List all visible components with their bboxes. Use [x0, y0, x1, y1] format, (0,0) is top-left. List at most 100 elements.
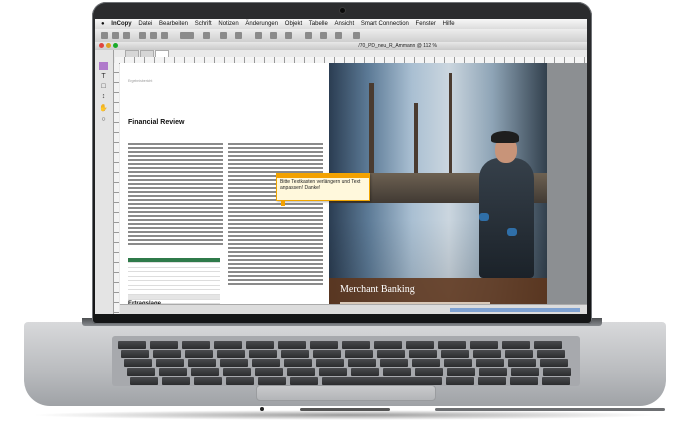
page-heading: Financial Review [128, 119, 185, 126]
open-icon[interactable] [112, 32, 119, 39]
keyboard-key [223, 368, 251, 376]
accept-change-icon[interactable] [270, 32, 277, 39]
layout-view-icon[interactable] [235, 32, 242, 39]
delete-note-icon[interactable] [353, 32, 360, 39]
document-titlebar: /70_PD_neu_R_Ammann @ 112 % [95, 42, 587, 50]
menu-app-name[interactable]: InCopy [111, 21, 131, 27]
running-head: Ergebnisbericht [128, 79, 153, 83]
optical-drive-slot [435, 408, 665, 411]
financial-table [128, 258, 220, 304]
keyboard-key [290, 377, 318, 385]
menu-bar: ● InCopy Datei Bearbeiten Schrift Notize… [95, 19, 587, 29]
note-tool-icon[interactable]: □ [99, 83, 108, 91]
status-bar [120, 304, 587, 314]
keyboard-key [348, 359, 376, 367]
next-note-icon[interactable] [335, 32, 342, 39]
position-tool-icon[interactable]: ↕ [99, 93, 108, 101]
galley-view-icon[interactable] [220, 32, 227, 39]
keyboard-key [124, 359, 152, 367]
keyboard-key [447, 368, 475, 376]
vertical-ruler [114, 63, 119, 314]
close-window-icon[interactable] [99, 43, 104, 48]
keyboard-key [246, 341, 274, 349]
story-view-icon[interactable] [203, 32, 210, 39]
sleep-indicator-light [260, 407, 264, 411]
keyboard-key [438, 341, 466, 349]
menu-ansicht[interactable]: Ansicht [334, 21, 354, 27]
keyboard-key [220, 359, 248, 367]
check-in-icon[interactable] [150, 32, 157, 39]
keyboard-key [537, 350, 565, 358]
keyboard-key [510, 377, 538, 385]
inline-note[interactable]: Bitte Textkasten verlängern und Text anp… [276, 173, 370, 201]
laptop-shadow [30, 410, 660, 420]
keyboard-key [121, 350, 149, 358]
keyboard-key [508, 359, 536, 367]
reject-change-icon[interactable] [285, 32, 292, 39]
keyboard-key [255, 368, 283, 376]
keyboard-key [217, 350, 245, 358]
menu-smart-connection[interactable]: Smart Connection [361, 21, 409, 27]
progress-indicator [450, 308, 580, 312]
laptop-screen: ● InCopy Datei Bearbeiten Schrift Notize… [95, 19, 587, 314]
keyboard-key [319, 368, 347, 376]
keyboard-key [118, 341, 146, 349]
minimize-window-icon[interactable] [106, 43, 111, 48]
type-tool-icon[interactable]: T [99, 73, 108, 81]
keyboard-key [406, 341, 434, 349]
save-icon[interactable] [123, 32, 130, 39]
note-text[interactable]: Bitte Textkasten verlängern und Text anp… [277, 178, 369, 192]
front-latch [300, 408, 390, 411]
menu-datei[interactable]: Datei [138, 21, 152, 27]
pasteboard [547, 63, 587, 314]
menu-hilfe[interactable]: Hilfe [443, 21, 455, 27]
keyboard-key [441, 350, 469, 358]
keyboard-key [284, 359, 312, 367]
keyboard-key [281, 350, 309, 358]
keyboard-key [127, 368, 155, 376]
new-document-icon[interactable] [101, 32, 108, 39]
keyboard-key [310, 341, 338, 349]
track-changes-icon[interactable] [255, 32, 262, 39]
view-mode-icon[interactable] [180, 32, 194, 39]
keyboard-key [214, 341, 242, 349]
keyboard-key [479, 368, 507, 376]
previous-note-icon[interactable] [320, 32, 327, 39]
keyboard-key [446, 377, 474, 385]
note-anchor-icon [281, 200, 285, 206]
text-column-2[interactable] [228, 141, 323, 287]
menu-aenderungen[interactable]: Änderungen [245, 21, 278, 27]
text-column-1[interactable] [128, 141, 223, 247]
selection-tool-icon[interactable] [99, 62, 108, 70]
keyboard-key [351, 368, 379, 376]
new-note-icon[interactable] [305, 32, 312, 39]
keyboard-key [345, 350, 373, 358]
keyboard-key [130, 377, 158, 385]
photo-banner-title: Merchant Banking [340, 284, 415, 295]
menu-bearbeiten[interactable]: Bearbeiten [159, 21, 188, 27]
menu-schrift[interactable]: Schrift [195, 21, 212, 27]
keyboard-key [476, 359, 504, 367]
zoom-tool-icon[interactable]: ○ [99, 116, 108, 124]
keyboard-key [156, 359, 184, 367]
zoom-window-icon[interactable] [113, 43, 118, 48]
keyboard-key [511, 368, 539, 376]
menu-tabelle[interactable]: Tabelle [309, 21, 328, 27]
keyboard-key [322, 377, 442, 385]
blue-glove [507, 228, 517, 236]
blue-glove [479, 213, 489, 221]
keyboard-key [162, 377, 190, 385]
apple-menu-icon[interactable]: ● [101, 21, 105, 27]
menu-notizen[interactable]: Notizen [218, 21, 238, 27]
menu-fenster[interactable]: Fenster [416, 21, 436, 27]
keyboard-key [150, 341, 178, 349]
print-icon[interactable] [139, 32, 146, 39]
hand-tool-icon[interactable]: ✋ [99, 105, 108, 113]
keyboard-key [287, 368, 315, 376]
menu-objekt[interactable]: Objekt [285, 21, 302, 27]
keyboard-key [342, 341, 370, 349]
keyboard-key [313, 350, 341, 358]
check-out-icon[interactable] [161, 32, 168, 39]
keyboard-key [188, 359, 216, 367]
keyboard-key [185, 350, 213, 358]
